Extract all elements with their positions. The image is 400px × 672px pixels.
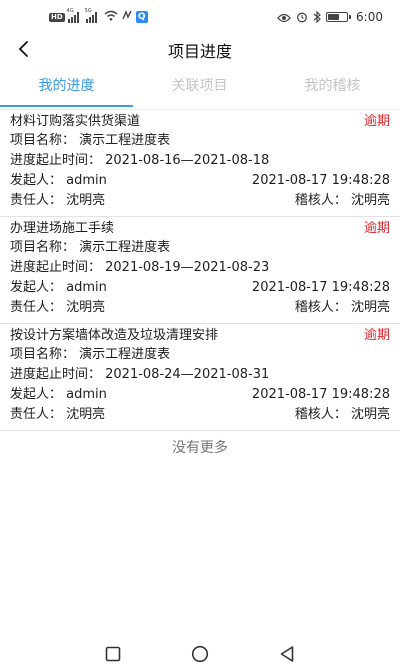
tab-bar: 我的进度 关联项目 我的稽核 [0,72,400,110]
triangle-back-icon [280,646,294,662]
created-time: 2021-08-17 19:48:28 [251,280,390,295]
square-recents-icon [105,646,121,662]
signal-icon: 4G [67,8,79,23]
initiator: 发起人： admin [10,280,107,295]
owner: 责任人： 沈明亮 [10,300,106,315]
recents-button[interactable] [103,644,123,664]
system-nav-bar [0,634,400,672]
project-name: 项目名称： 演示工程进度表 [10,133,171,148]
status-left-icons: HD 4G 5G Q [49,8,148,24]
auditor: 稽核人： 沈明亮 [294,193,390,208]
status-badge: 逾期 [363,114,390,129]
owner: 责任人： 沈明亮 [10,193,106,208]
hd-badge: HD [49,12,65,22]
created-time: 2021-08-17 19:48:28 [251,387,390,402]
active-tab-indicator [0,105,133,107]
eye-icon [277,8,291,27]
battery-icon [326,12,352,22]
bluetooth-icon [313,8,321,27]
status-bar: HD 4G 5G Q 6:00 [0,0,400,34]
initiator: 发起人： admin [10,173,107,188]
progress-period: 进度起止时间： 2021-08-16—2021-08-18 [10,153,270,168]
status-badge: 逾期 [363,328,390,343]
back-nav-button[interactable] [277,644,297,664]
status-right-icons: 6:00 [277,10,383,24]
alarm-icon [296,8,308,27]
home-button[interactable] [190,644,210,664]
item-title: 办理进场施工手续 [10,221,115,236]
item-title: 按设计方案墙体改造及垃圾清理安排 [10,328,219,343]
project-name: 项目名称： 演示工程进度表 [10,347,171,362]
header: 项目进度 [0,34,400,64]
tab-related-projects[interactable]: 关联项目 [133,72,266,108]
item-title: 材料订购落实供货渠道 [10,114,141,129]
auditor: 稽核人： 沈明亮 [294,300,390,315]
circle-home-icon [191,645,209,663]
list-item[interactable]: 材料订购落实供货渠道 逾期 项目名称： 演示工程进度表 进度起止时间： 2021… [0,110,400,217]
status-badge: 逾期 [363,221,390,236]
list-item[interactable]: 按设计方案墙体改造及垃圾清理安排 逾期 项目名称： 演示工程进度表 进度起止时间… [0,324,400,431]
initiator: 发起人： admin [10,387,107,402]
tab-my-audit[interactable]: 我的稽核 [266,72,399,108]
wifi-icon [104,10,118,24]
auditor: 稽核人： 沈明亮 [294,407,390,422]
progress-period: 进度起止时间： 2021-08-24—2021-08-31 [10,367,270,382]
list-item[interactable]: 办理进场施工手续 逾期 项目名称： 演示工程进度表 进度起止时间： 2021-0… [0,217,400,324]
signal-icon: 5G [85,8,97,23]
owner: 责任人： 沈明亮 [10,407,106,422]
no-more-text: 没有更多 [172,440,228,456]
progress-period: 进度起止时间： 2021-08-19—2021-08-23 [10,260,270,275]
created-time: 2021-08-17 19:48:28 [251,173,390,188]
project-name: 项目名称： 演示工程进度表 [10,240,171,255]
page-title: 项目进度 [167,42,232,61]
nfc-icon [121,10,133,24]
progress-list: 材料订购落实供货渠道 逾期 项目名称： 演示工程进度表 进度起止时间： 2021… [0,110,400,431]
tab-my-progress[interactable]: 我的进度 [0,72,133,108]
notification-icon: Q [135,11,148,23]
battery-level [328,14,340,20]
clock: 6:00 [356,10,383,24]
